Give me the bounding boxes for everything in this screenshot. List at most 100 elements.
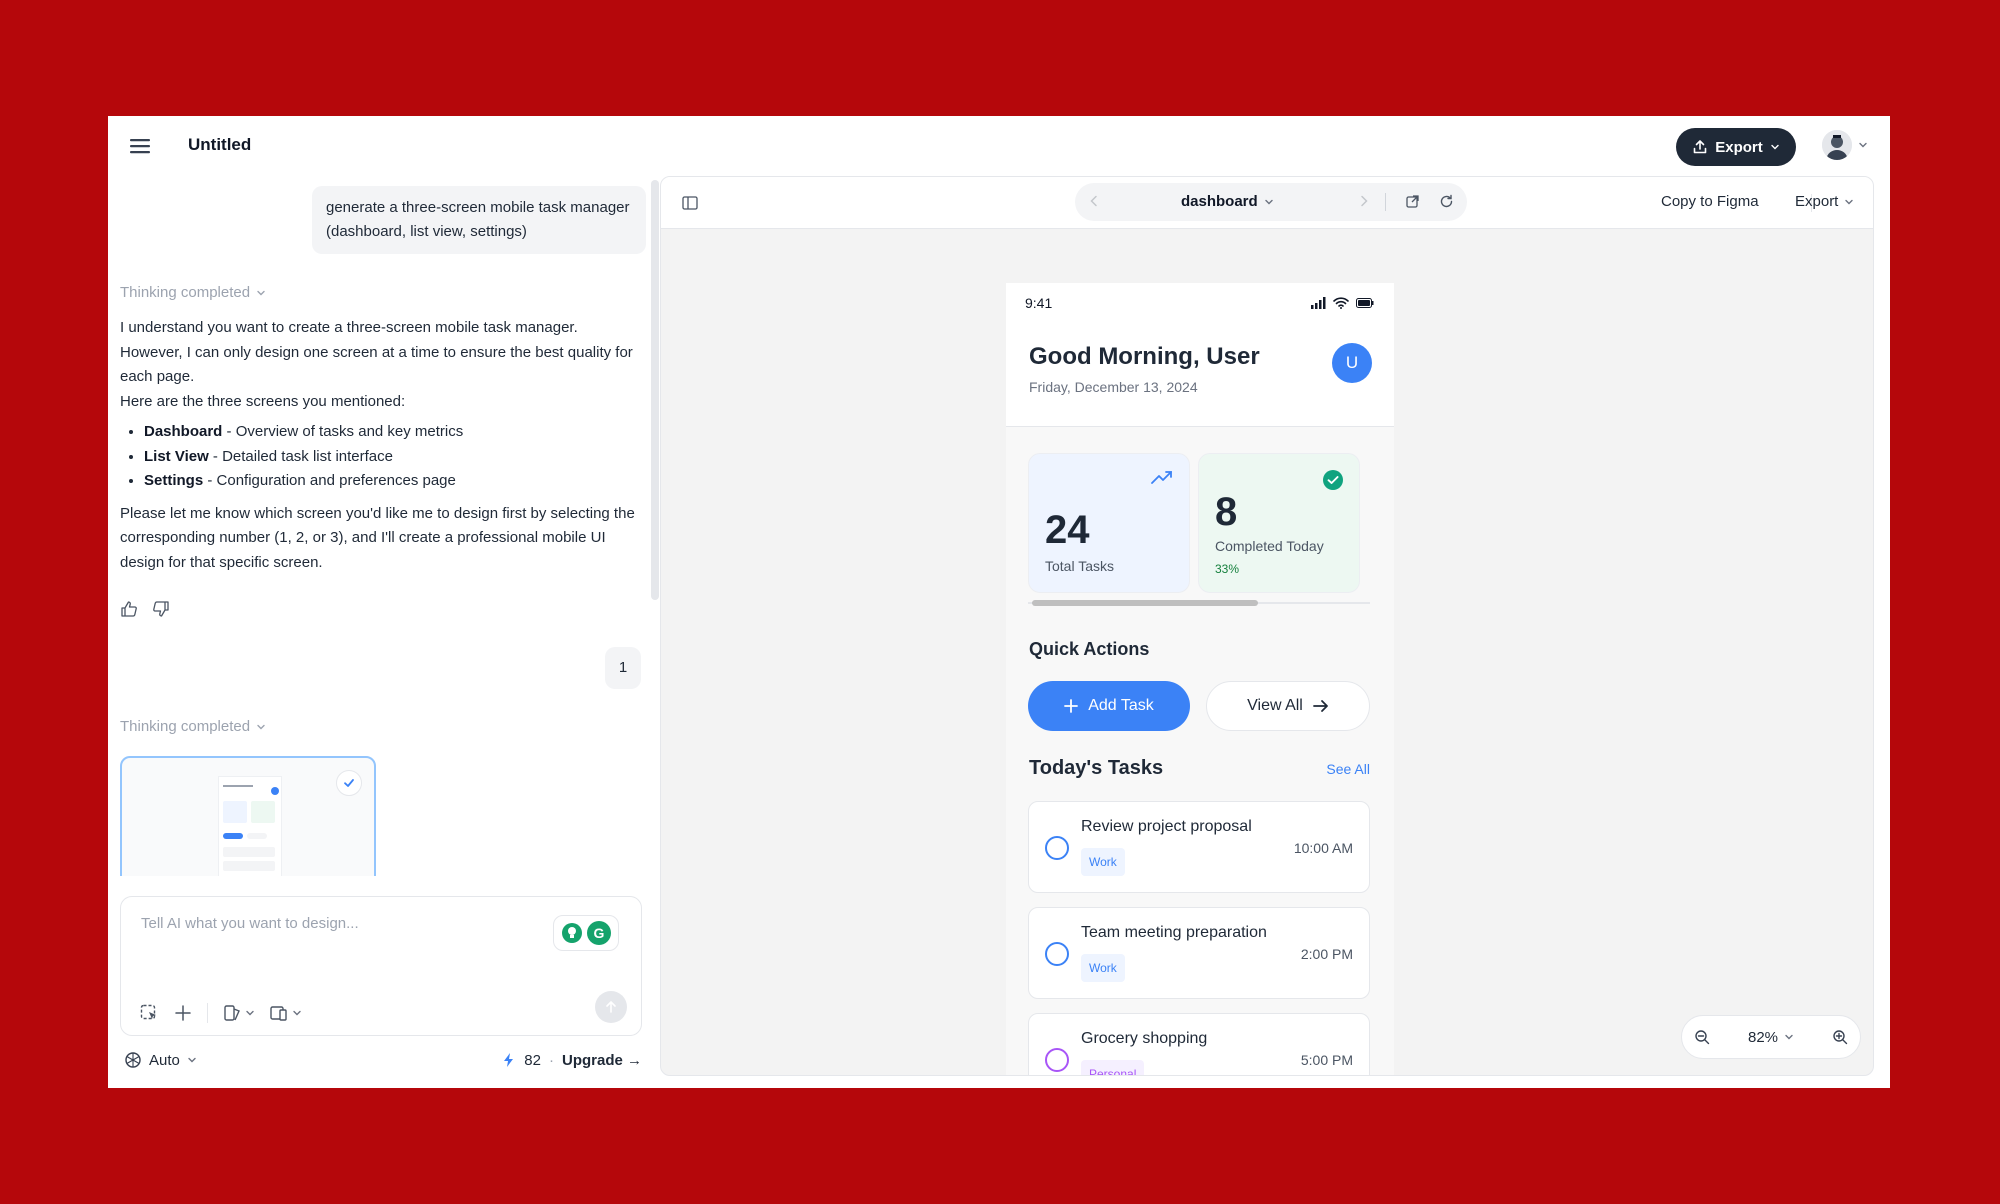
stat-percent: 33% [1215, 562, 1240, 576]
chevron-down-icon [1845, 199, 1854, 204]
export-button[interactable]: Export [1676, 128, 1796, 166]
chat-footer: Auto 82 · Upgrade → [124, 1048, 642, 1072]
preview-panel: dashboard Copy to Figma Export 9:41 Good… [660, 176, 1874, 1076]
thinking-toggle[interactable]: Thinking completed [120, 284, 266, 301]
upgrade-link[interactable]: Upgrade → [562, 1052, 642, 1069]
account-menu[interactable] [1822, 130, 1868, 160]
prompt-composer[interactable]: Tell AI what you want to design... G [120, 896, 642, 1036]
todays-tasks-title: Today's Tasks [1029, 757, 1164, 779]
check-circle-icon [1323, 470, 1343, 490]
prompt-input[interactable]: Tell AI what you want to design... [141, 915, 359, 932]
chevron-left-icon[interactable] [1087, 194, 1101, 208]
date-text: Friday, December 13, 2024 [1029, 379, 1198, 395]
list-item: List View - Detailed task list interface [144, 445, 640, 470]
grammarly-widget[interactable]: G [553, 915, 619, 951]
device-picker[interactable] [269, 1003, 302, 1023]
chevron-down-icon [256, 722, 266, 732]
task-time: 10:00 AM [1293, 840, 1353, 856]
style-picker[interactable] [222, 1003, 255, 1023]
task-title: Team meeting preparation [1081, 924, 1267, 941]
phone-mockup: 9:41 Good Morning, User Friday, December… [1006, 283, 1394, 1075]
thinking-toggle[interactable]: Thinking completed [120, 718, 266, 735]
chat-scrollbar[interactable] [651, 180, 659, 600]
total-tasks-card[interactable]: 24 Total Tasks [1028, 453, 1190, 593]
chevron-down-icon [246, 1010, 254, 1016]
thumbs-up-icon[interactable] [120, 600, 138, 618]
chevron-down-icon [1858, 140, 1868, 150]
chevron-down-icon [1264, 199, 1273, 204]
user-message: 1 [605, 647, 641, 689]
task-card[interactable]: Grocery shopping Personal 5:00 PM [1028, 1013, 1370, 1075]
zoom-out-icon[interactable] [1694, 1029, 1710, 1045]
arrow-right-icon [1312, 699, 1329, 713]
task-checkbox[interactable] [1045, 1048, 1069, 1072]
task-checkbox[interactable] [1045, 942, 1069, 966]
page-selector[interactable]: dashboard [1181, 193, 1274, 210]
view-all-button[interactable]: View All [1206, 681, 1370, 731]
stat-value: 24 [1045, 508, 1090, 552]
hamburger-menu-icon[interactable] [128, 136, 152, 156]
model-selector[interactable]: Auto [124, 1051, 197, 1069]
chevron-down-icon [1785, 1034, 1793, 1040]
assistant-intro: I understand you want to create a three-… [120, 319, 633, 385]
thumbs-down-icon[interactable] [152, 600, 170, 618]
status-time: 9:41 [1025, 295, 1053, 311]
add-task-button[interactable]: Add Task [1028, 681, 1190, 731]
chevron-down-icon [188, 1057, 196, 1063]
arrow-up-icon [606, 1001, 616, 1013]
chat-history: generate a three-screen mobile task mana… [108, 176, 648, 876]
task-time: 5:00 PM [1300, 1052, 1353, 1068]
sidebar-toggle-icon[interactable] [681, 194, 699, 212]
open-external-icon[interactable] [1405, 194, 1420, 209]
completed-today-card[interactable]: 8 Completed Today 33% [1198, 453, 1360, 593]
document-title[interactable]: Untitled [188, 135, 251, 155]
signal-icon [1310, 297, 1326, 309]
view-all-label: View All [1247, 697, 1303, 714]
stats-scrollbar[interactable] [1032, 600, 1258, 606]
add-task-label: Add Task [1088, 697, 1154, 714]
zoom-level-select[interactable]: 82% [1748, 1029, 1794, 1046]
see-all-link[interactable]: See All [1326, 761, 1370, 777]
send-button[interactable] [595, 991, 627, 1023]
zoom-in-icon[interactable] [1832, 1029, 1848, 1045]
credits-area: 82 · Upgrade → [502, 1052, 642, 1069]
model-label: Auto [149, 1051, 180, 1069]
avatar[interactable]: U [1332, 343, 1372, 383]
thinking-label: Thinking completed [120, 284, 251, 301]
task-time: 2:00 PM [1300, 946, 1353, 962]
screen-name: List View [144, 447, 209, 465]
export-button-label: Export [1715, 138, 1763, 156]
task-title: Grocery shopping [1081, 1030, 1208, 1047]
chevron-down-icon [1770, 142, 1780, 152]
task-card[interactable]: Team meeting preparation Work 2:00 PM [1028, 907, 1370, 999]
refresh-icon[interactable] [1439, 194, 1454, 209]
screen-list: Dashboard - Overview of tasks and key me… [144, 420, 640, 494]
design-preview-card[interactable] [120, 756, 376, 876]
export-label: Export [1795, 193, 1839, 210]
divider [1385, 193, 1386, 211]
chevron-down-icon [293, 1010, 301, 1016]
composer-toolbar [139, 1003, 302, 1023]
chevron-right-icon[interactable] [1357, 194, 1371, 208]
zoom-control: 82% [1681, 1015, 1861, 1059]
stat-label: Completed Today [1215, 538, 1324, 554]
quick-actions-title: Quick Actions [1029, 639, 1150, 659]
select-element-icon[interactable] [139, 1003, 159, 1023]
screen-desc: - Detailed task list interface [208, 447, 393, 465]
preview-toolbar: dashboard Copy to Figma Export [661, 177, 1873, 229]
separator-dot: · [548, 1051, 554, 1069]
credits-count: 82 [524, 1051, 541, 1069]
phone-header: 9:41 Good Morning, User Friday, December… [1006, 283, 1394, 427]
openai-icon [124, 1051, 142, 1069]
assistant-message: I understand you want to create a three-… [120, 316, 640, 575]
screen-desc: - Configuration and preferences page [203, 472, 456, 489]
task-checkbox[interactable] [1045, 836, 1069, 860]
top-bar: Untitled Export [108, 116, 1890, 176]
add-icon[interactable] [173, 1003, 193, 1023]
task-card[interactable]: Review project proposal Work 10:00 AM [1028, 801, 1370, 893]
upload-icon [1692, 139, 1708, 155]
design-thumbnail [218, 776, 282, 876]
export-dropdown[interactable]: Export [1795, 193, 1854, 210]
copy-to-figma-button[interactable]: Copy to Figma [1661, 193, 1759, 210]
task-tag: Personal [1081, 1060, 1145, 1075]
